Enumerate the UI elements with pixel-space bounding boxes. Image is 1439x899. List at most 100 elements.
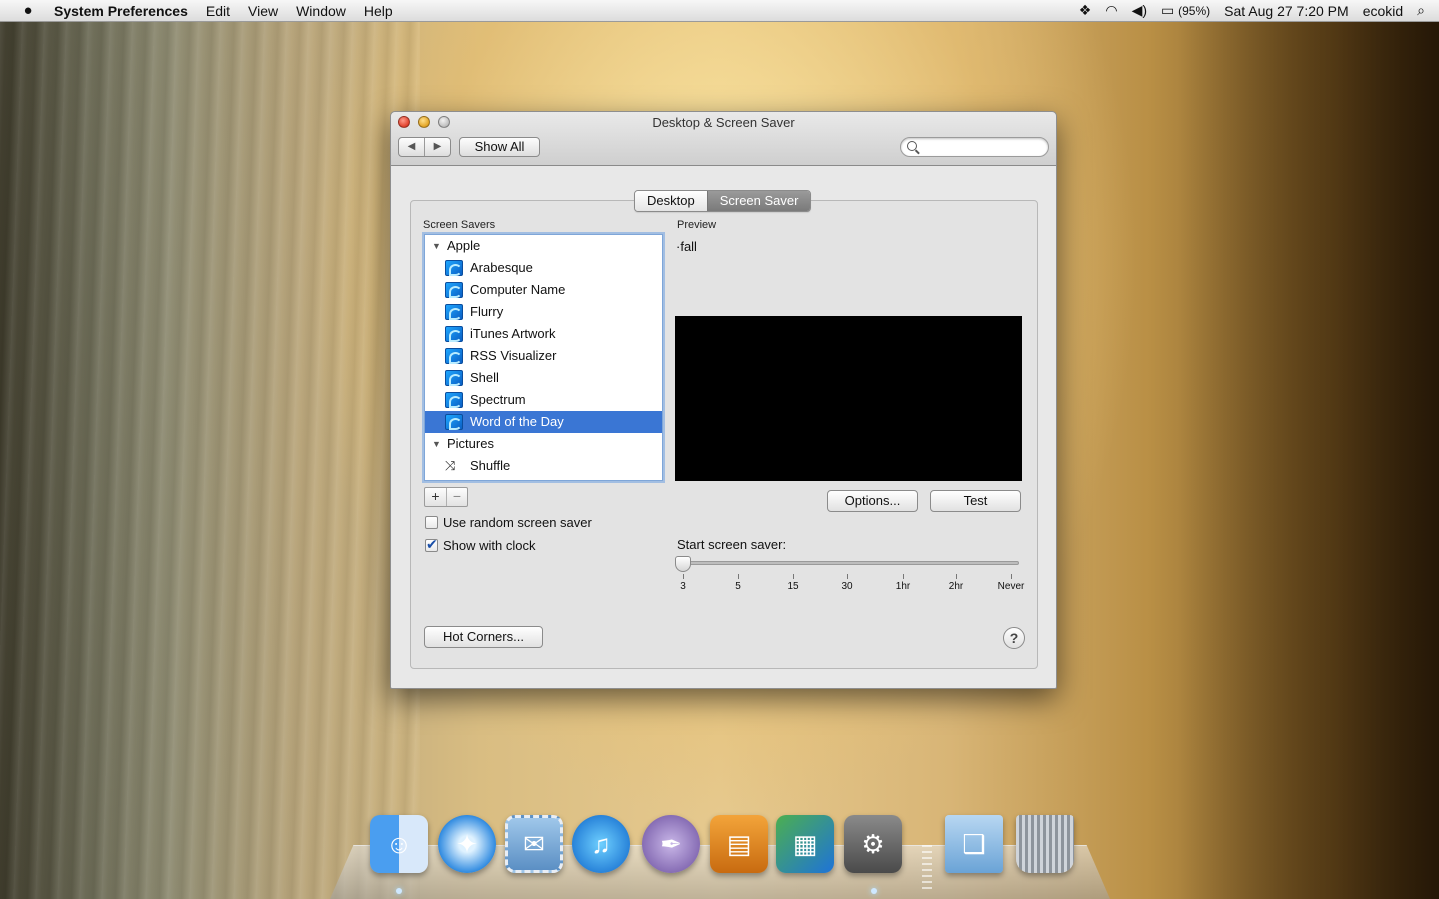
group-row-pictures[interactable]: ▼ Pictures bbox=[425, 433, 662, 455]
tab-control: Desktop Screen Saver bbox=[634, 190, 812, 212]
apple-menu-icon[interactable]: ● bbox=[18, 2, 38, 19]
list-item-label: iTunes Artwork bbox=[470, 326, 556, 341]
remove-button[interactable]: − bbox=[446, 488, 467, 506]
preview-label: Preview bbox=[677, 219, 717, 231]
menu-view[interactable]: View bbox=[248, 3, 278, 19]
safari-icon[interactable]: ✦ bbox=[438, 815, 496, 873]
forward-arrow-icon[interactable]: ▶ bbox=[424, 138, 450, 156]
group-label: Apple bbox=[447, 238, 481, 253]
list-item[interactable]: Computer Name bbox=[425, 279, 662, 301]
list-item[interactable]: Flurry bbox=[425, 301, 662, 323]
use-random-checkbox[interactable]: Use random screen saver bbox=[425, 515, 592, 530]
numbers-icon[interactable]: ▦ bbox=[776, 815, 834, 873]
keynote-icon[interactable]: ▤ bbox=[710, 815, 768, 873]
show-clock-label: Show with clock bbox=[443, 538, 536, 553]
wifi-icon[interactable]: ◠ bbox=[1105, 2, 1117, 19]
tab-screen-saver[interactable]: Screen Saver bbox=[706, 191, 811, 211]
menu-clock[interactable]: Sat Aug 27 7:20 PM bbox=[1224, 3, 1349, 19]
list-item[interactable]: Arabesque bbox=[425, 257, 662, 279]
list-item-label: RSS Visualizer bbox=[470, 348, 557, 363]
hot-corners-button[interactable]: Hot Corners... bbox=[424, 626, 543, 648]
add-button[interactable]: + bbox=[425, 488, 446, 506]
list-item-label: Word of the Day bbox=[470, 414, 564, 429]
volume-icon[interactable]: ◀) bbox=[1132, 2, 1147, 19]
documents-folder-icon[interactable]: ❑ bbox=[945, 815, 1003, 873]
slider-tick-label: 5 bbox=[735, 581, 741, 592]
slider-tick bbox=[738, 574, 739, 579]
options-button[interactable]: Options... bbox=[827, 490, 918, 512]
itunes-icon[interactable]: ♫ bbox=[572, 815, 630, 873]
group-row-apple[interactable]: ▼ Apple bbox=[425, 235, 662, 257]
window-title: Desktop & Screen Saver bbox=[652, 115, 795, 130]
screen-saver-icon bbox=[445, 414, 463, 430]
system-preferences-icon[interactable]: ⚙ bbox=[844, 815, 902, 873]
screen-saver-icon bbox=[445, 326, 463, 342]
start-screen-saver-slider[interactable] bbox=[681, 561, 1019, 565]
checkbox-box[interactable] bbox=[425, 516, 438, 529]
list-item[interactable]: RSS Visualizer bbox=[425, 345, 662, 367]
list-item-label: Shell bbox=[470, 370, 499, 385]
script-editor-icon[interactable]: ✒ bbox=[642, 815, 700, 873]
finder-icon[interactable]: ☺ bbox=[370, 815, 428, 873]
menu-window[interactable]: Window bbox=[296, 3, 346, 19]
screen-saver-icon bbox=[445, 348, 463, 364]
slider-tick-label: 2hr bbox=[948, 581, 964, 592]
add-remove-buttons: + − bbox=[424, 487, 468, 507]
use-random-label: Use random screen saver bbox=[443, 515, 592, 530]
slider-tick-label: 1hr bbox=[895, 581, 911, 592]
list-item[interactable]: Shell bbox=[425, 367, 662, 389]
help-button[interactable]: ? bbox=[1003, 627, 1025, 649]
menu-user[interactable]: ecokid bbox=[1363, 3, 1403, 19]
battery-icon: ▭ bbox=[1161, 2, 1175, 18]
menu-help[interactable]: Help bbox=[364, 3, 393, 19]
dropbox-icon[interactable]: ❖ bbox=[1079, 2, 1092, 19]
search-input[interactable] bbox=[900, 137, 1049, 157]
preview-area bbox=[675, 316, 1022, 481]
group-label: Pictures bbox=[447, 436, 494, 451]
mail-icon[interactable]: ✉ bbox=[505, 815, 563, 873]
tab-desktop[interactable]: Desktop bbox=[635, 191, 707, 211]
list-item-selected[interactable]: Word of the Day bbox=[425, 411, 662, 433]
dock-separator bbox=[922, 845, 932, 893]
slider-tick bbox=[903, 574, 904, 579]
dock-running-indicator bbox=[396, 888, 402, 894]
back-arrow-icon[interactable]: ◀ bbox=[399, 138, 424, 156]
slider-tick bbox=[956, 574, 957, 579]
screen-saver-icon bbox=[445, 282, 463, 298]
start-screen-saver-label: Start screen saver: bbox=[677, 537, 787, 552]
trash-icon[interactable] bbox=[1016, 815, 1074, 873]
spotlight-search-icon[interactable]: ⌕ bbox=[1417, 2, 1425, 19]
screen-saver-icon bbox=[445, 260, 463, 276]
menu-app-name[interactable]: System Preferences bbox=[54, 3, 188, 19]
shuffle-icon: ⤨ bbox=[445, 458, 456, 473]
menu-bar: ● System Preferences Edit View Window He… bbox=[0, 0, 1439, 22]
wallpaper-waterfall bbox=[0, 22, 420, 899]
disclosure-triangle-icon[interactable]: ▼ bbox=[432, 433, 441, 455]
checkbox-box[interactable] bbox=[425, 536, 438, 553]
slider-tick bbox=[683, 574, 684, 579]
window-toolbar: Desktop & Screen Saver ◀ ▶ Show All bbox=[391, 112, 1056, 166]
screen-saver-list[interactable]: ▼ Apple Arabesque Computer Name Flurry i… bbox=[424, 234, 663, 481]
screen-savers-label: Screen Savers bbox=[423, 219, 496, 231]
show-all-button[interactable]: Show All bbox=[459, 137, 540, 157]
list-item[interactable]: iTunes Artwork bbox=[425, 323, 662, 345]
list-item[interactable]: Spectrum bbox=[425, 389, 662, 411]
dock-running-indicator bbox=[871, 888, 877, 894]
screen-saver-icon bbox=[445, 370, 463, 386]
slider-tick bbox=[1011, 574, 1012, 579]
slider-knob[interactable] bbox=[675, 556, 691, 572]
slider-tick-label: 30 bbox=[841, 581, 853, 592]
list-item-label: Shuffle bbox=[470, 458, 511, 473]
show-clock-checkbox[interactable]: Show with clock bbox=[425, 536, 536, 553]
menu-extras: ❖ ◠ ◀) ▭ (95%) Sat Aug 27 7:20 PM ecokid… bbox=[1079, 2, 1439, 19]
preferences-window: Desktop & Screen Saver ◀ ▶ Show All Desk… bbox=[390, 111, 1057, 689]
slider-tick-label: Never bbox=[997, 581, 1025, 592]
list-item[interactable]: ⤨ Shuffle bbox=[425, 455, 662, 477]
test-button[interactable]: Test bbox=[930, 490, 1021, 512]
slider-tick bbox=[847, 574, 848, 579]
back-forward-buttons: ◀ ▶ bbox=[398, 137, 451, 157]
menu-edit[interactable]: Edit bbox=[206, 3, 230, 19]
disclosure-triangle-icon[interactable]: ▼ bbox=[432, 235, 441, 257]
preview-text: ·fall bbox=[676, 239, 697, 254]
battery-status[interactable]: ▭ (95%) bbox=[1161, 2, 1210, 19]
